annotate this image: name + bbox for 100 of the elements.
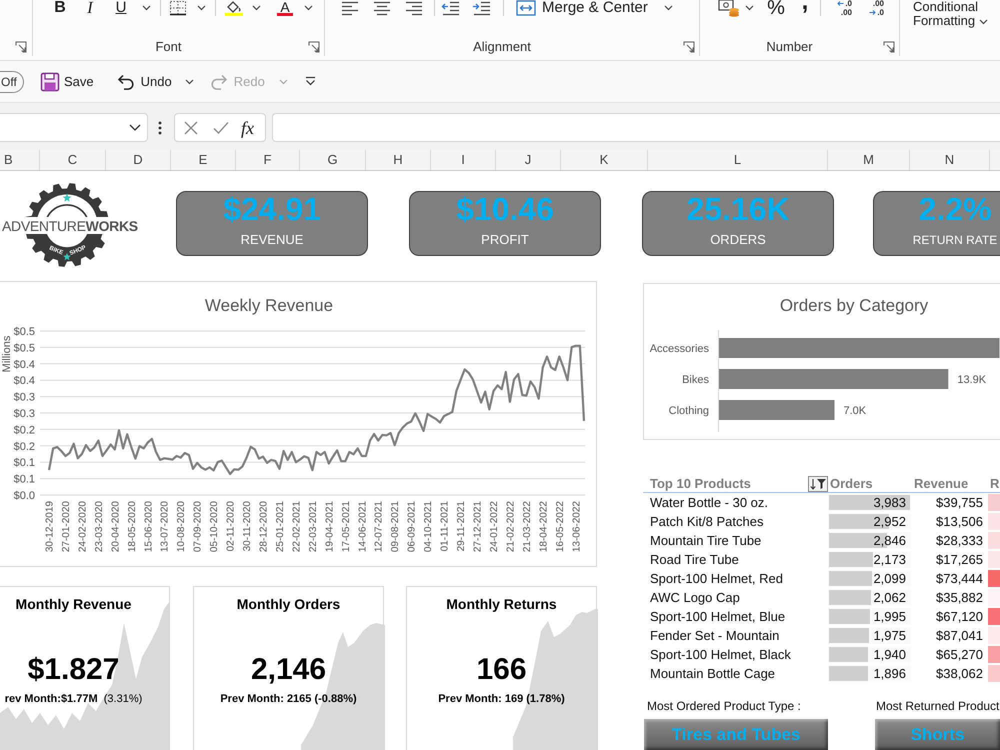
table-cell-text: AWC Logo Cap xyxy=(649,589,741,607)
increase-decimal-button[interactable]: .0 .00 xyxy=(830,0,852,17)
save-icon xyxy=(40,72,60,92)
x-axis-label: 09-08-2021 xyxy=(390,501,402,552)
column-header[interactable]: L xyxy=(648,150,828,170)
y-axis-label: $0.0 xyxy=(14,490,35,502)
x-axis-label: 17-05-2021 xyxy=(340,501,352,552)
x-axis-label: 19-04-2021 xyxy=(324,501,336,552)
table-cell-text: Water Bottle - 30 oz. xyxy=(649,494,770,512)
column-header[interactable]: M xyxy=(828,150,910,170)
x-axis-label: 01-11-2021 xyxy=(440,501,451,552)
underline-button[interactable]: U xyxy=(114,0,128,16)
dialog-launcher-icon[interactable] xyxy=(683,41,695,53)
y-axis-label: $0.2 xyxy=(14,424,35,436)
autosave-toggle[interactable]: Off xyxy=(0,70,24,92)
x-axis-label: 14-06-2021 xyxy=(357,501,368,552)
caret-icon[interactable] xyxy=(129,124,141,131)
caret-icon[interactable] xyxy=(304,5,313,11)
dialog-launcher-icon[interactable] xyxy=(308,41,320,53)
group-label: Alignment xyxy=(472,39,532,55)
x-axis-label: 24-01-2022 xyxy=(489,501,500,552)
more-options-icon[interactable] xyxy=(158,121,162,135)
comma-style-button[interactable]: , xyxy=(800,0,810,16)
dialog-launcher-icon[interactable] xyxy=(15,41,27,53)
column-header[interactable]: D xyxy=(106,150,171,170)
result-box: Shorts xyxy=(875,719,1000,750)
currency-icon[interactable] xyxy=(718,0,740,17)
x-axis-label: 27-12-2021 xyxy=(472,501,484,552)
x-axis-label: 22-03-2021 xyxy=(308,501,319,552)
card-title: Monthly Orders xyxy=(236,596,340,613)
caret-icon[interactable] xyxy=(184,78,194,84)
conditional-formatting-button[interactable]: Conditional Formatting xyxy=(913,0,997,28)
align-center-icon[interactable] xyxy=(372,0,392,16)
borders-icon[interactable] xyxy=(169,0,187,16)
table-cell-text: Sport-100 Helmet, Black xyxy=(649,646,792,664)
bold-button[interactable]: B xyxy=(53,0,67,16)
checkmark-icon[interactable] xyxy=(213,120,229,134)
font-color-button[interactable]: A xyxy=(277,0,293,16)
arrow-right-icon xyxy=(869,10,876,15)
x-axis-label: 24-02-2020 xyxy=(77,501,88,552)
table-cell-text: $17,265 xyxy=(935,551,984,569)
table-header: Orders xyxy=(829,476,874,492)
column-header[interactable]: H xyxy=(366,150,431,170)
decrease-indent-icon[interactable] xyxy=(441,0,461,16)
caret-icon[interactable] xyxy=(252,5,261,11)
y-axis-label: $0.4 xyxy=(14,375,35,388)
column-header[interactable]: G xyxy=(300,150,366,170)
percent-style-button[interactable]: % xyxy=(766,0,786,16)
table-cell-text: 1,995 xyxy=(873,608,906,626)
table-cell-text: Road Tire Tube xyxy=(649,551,740,569)
save-button[interactable]: Save xyxy=(36,68,98,96)
italic-button[interactable]: I xyxy=(84,0,96,16)
table-cell-text: Mountain Tire Tube xyxy=(649,532,762,550)
sort-filter-icon[interactable] xyxy=(808,476,828,492)
increase-indent-icon[interactable] xyxy=(472,0,492,16)
table-cell-text: 2,846 xyxy=(873,532,906,550)
caret-icon[interactable] xyxy=(142,5,151,11)
align-left-icon[interactable] xyxy=(340,0,360,16)
column-header[interactable]: C xyxy=(40,150,106,170)
column-header[interactable]: B xyxy=(0,150,40,170)
x-axis-label: 29-11-2021 xyxy=(456,501,467,552)
column-header[interactable]: J xyxy=(496,150,561,170)
caret-icon[interactable] xyxy=(664,5,673,11)
column-header[interactable]: E xyxy=(171,150,236,170)
column-header[interactable]: N xyxy=(910,150,990,170)
x-axis-label: 23-03-2020 xyxy=(94,501,105,552)
table-cell-text: 2,099 xyxy=(873,570,906,588)
arrow-left-icon xyxy=(837,1,844,6)
data-label: 13.9K xyxy=(957,374,986,386)
category-label: Accessories xyxy=(650,343,709,355)
customize-menu-icon[interactable] xyxy=(304,76,316,87)
merge-center-button[interactable]: Merge & Center xyxy=(516,0,648,16)
card-value: $1.827 xyxy=(28,653,120,687)
dialog-launcher-icon[interactable] xyxy=(883,41,895,53)
decrease-decimal-button[interactable]: .00 .0 xyxy=(862,0,884,17)
kpi-value: 25.16K xyxy=(686,192,790,226)
caret-icon[interactable] xyxy=(197,5,206,11)
x-axis-label: 18-04-2022 xyxy=(538,501,550,552)
table-cell-text: $65,270 xyxy=(935,646,984,664)
paint-bucket-icon[interactable] xyxy=(224,0,244,16)
insert-function-button[interactable]: fx xyxy=(241,116,254,138)
close-icon[interactable] xyxy=(184,120,198,134)
table-cell-text: $38,062 xyxy=(935,665,984,683)
kpi-label: PROFIT xyxy=(481,232,529,248)
x-axis-label: 30-11-2020 xyxy=(242,501,253,552)
table-cell-text: $67,120 xyxy=(935,608,984,626)
chart-title: Orders by Category xyxy=(780,296,928,317)
undo-button[interactable]: Undo xyxy=(112,68,176,96)
x-axis-label: 21-02-2022 xyxy=(505,501,516,552)
caret-icon[interactable] xyxy=(745,5,754,11)
x-axis-label: 25-01-2021 xyxy=(275,501,286,552)
x-axis-label: 28-12-2020 xyxy=(258,501,270,552)
column-header[interactable]: K xyxy=(561,150,648,170)
column-header[interactable]: F xyxy=(236,150,300,170)
x-axis-label: 10-08-2020 xyxy=(176,501,188,552)
column-header[interactable]: I xyxy=(431,150,496,170)
formula-input[interactable] xyxy=(272,113,1000,142)
caret-icon[interactable] xyxy=(979,18,988,25)
align-right-icon[interactable] xyxy=(404,0,424,16)
group-label: Font xyxy=(154,39,182,55)
